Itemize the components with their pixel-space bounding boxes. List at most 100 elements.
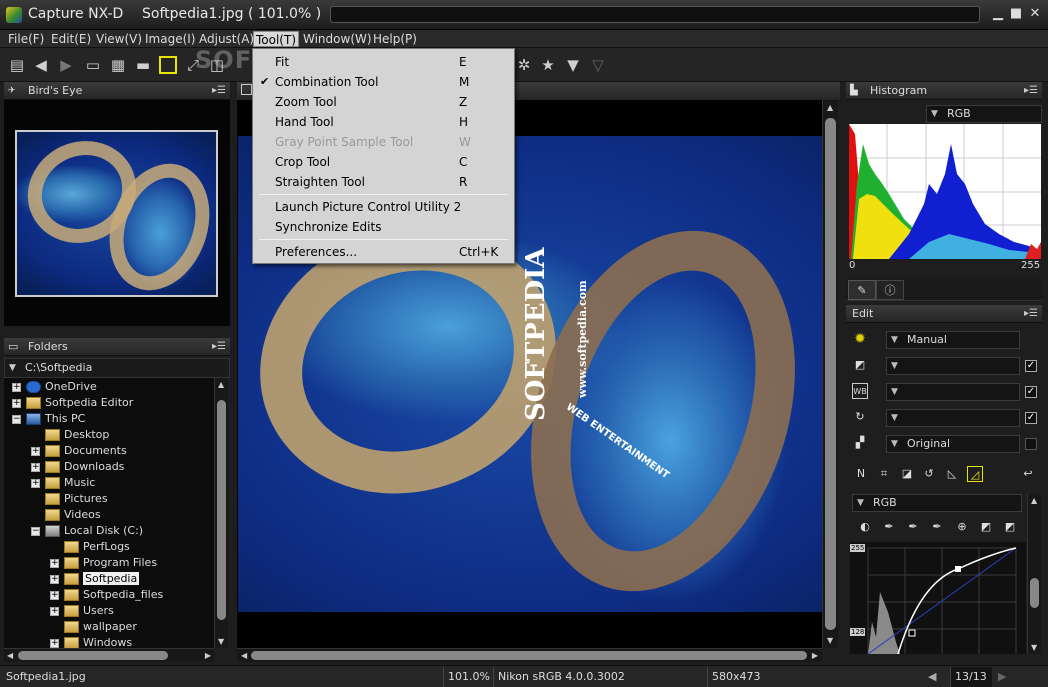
scroll-right-icon[interactable]: ▶ — [812, 651, 818, 660]
crop-icon[interactable]: ⌗ — [876, 466, 892, 482]
forward-arrow-icon[interactable]: ▶ — [57, 56, 75, 74]
menu-item-synchronize-edits[interactable]: Synchronize Edits — [253, 217, 514, 237]
tree-item[interactable]: Pictures — [31, 491, 108, 507]
maximize-icon[interactable]: ■ — [1008, 6, 1024, 22]
adjust-checkbox[interactable]: ✓ — [1025, 412, 1037, 424]
close-icon[interactable]: ✕ — [1027, 6, 1043, 22]
white-balance-select[interactable]: ▼ — [886, 383, 1020, 401]
scroll-down-icon[interactable]: ▼ — [218, 637, 224, 646]
exposure-select[interactable]: ▼ — [886, 357, 1020, 375]
histogram-channel-select[interactable]: ▼ RGB — [926, 105, 1042, 123]
menu-adjust[interactable]: Adjust(A) — [197, 31, 256, 47]
tree-item[interactable]: − Local Disk (C:) — [31, 523, 143, 539]
noise-reduction-icon[interactable]: N — [853, 466, 869, 482]
scroll-thumb[interactable] — [1030, 578, 1039, 608]
print-icon[interactable]: ▤ — [8, 56, 26, 74]
folder-path-select[interactable]: ▼ C:\Softpedia — [4, 358, 230, 378]
scroll-left-icon[interactable]: ◀ — [7, 651, 13, 660]
filmstrip-icon[interactable]: ▬ — [134, 56, 152, 74]
tree-item[interactable]: + Program Files — [50, 555, 157, 571]
previous-image-icon[interactable]: ◀ — [928, 667, 936, 687]
settings-icon[interactable]: ✲ — [515, 56, 533, 74]
menu-image[interactable]: Image(I) — [143, 31, 197, 47]
tree-item[interactable]: − This PC — [12, 411, 85, 427]
tree-item[interactable]: + Softpedia Editor — [12, 395, 133, 411]
panel-menu-icon[interactable]: ▸☰ — [212, 82, 226, 100]
adjust-select[interactable]: ▼ — [886, 409, 1020, 427]
menu-window[interactable]: Window(W) — [301, 31, 374, 47]
single-view-icon[interactable] — [159, 56, 177, 74]
panel-menu-icon[interactable]: ▸☰ — [1024, 305, 1038, 323]
tree-item[interactable]: + Softpedia — [50, 571, 140, 587]
scroll-right-icon[interactable]: ▶ — [205, 651, 211, 660]
scroll-down-icon[interactable]: ▼ — [1031, 643, 1037, 652]
tree-item[interactable]: + OneDrive — [12, 379, 97, 395]
panel-menu-icon[interactable]: ▸☰ — [212, 338, 226, 356]
tab-edit-icon[interactable]: ✎ — [848, 280, 876, 300]
tree-item[interactable]: + Music — [31, 475, 95, 491]
scroll-up-icon[interactable]: ▲ — [827, 103, 833, 112]
edit-vscroll[interactable]: ▲ ▼ — [1027, 494, 1041, 654]
undo-icon[interactable]: ↩ — [1020, 466, 1036, 482]
tree-item[interactable]: + Softpedia_files — [50, 587, 163, 603]
levels-icon[interactable]: ◪ — [899, 466, 915, 482]
scroll-up-icon[interactable]: ▲ — [1031, 496, 1037, 505]
next-image-icon[interactable]: ▶ — [998, 667, 1006, 687]
tree-item[interactable]: + Downloads — [31, 459, 124, 475]
scroll-thumb[interactable] — [18, 651, 168, 660]
tree-item[interactable]: Videos — [31, 507, 101, 523]
curve-editor[interactable]: 255 128 — [850, 542, 1026, 654]
menu-tool[interactable]: Tool(T) — [253, 31, 300, 47]
straighten-icon[interactable]: ◺ — [944, 466, 960, 482]
eyedropper-black-icon[interactable]: ✒ — [881, 519, 897, 535]
scroll-thumb[interactable] — [217, 400, 226, 620]
tree-item[interactable]: PerfLogs — [50, 539, 130, 555]
rotate-icon[interactable]: ↺ — [921, 466, 937, 482]
panel-menu-icon[interactable]: ▸☰ — [1024, 82, 1038, 100]
curves-icon[interactable]: ◿ — [967, 466, 983, 482]
tree-item[interactable]: + Documents — [31, 443, 127, 459]
tree-item[interactable]: + Users — [50, 603, 114, 619]
minimize-icon[interactable]: ▁ — [990, 6, 1006, 22]
scroll-left-icon[interactable]: ◀ — [241, 651, 247, 660]
exposure-checkbox[interactable]: ✓ — [1025, 360, 1037, 372]
open-folder-icon[interactable]: ▭ — [84, 56, 102, 74]
scroll-thumb[interactable] — [251, 651, 807, 660]
birds-eye-thumbnail[interactable] — [15, 130, 218, 297]
menu-item-hand-tool[interactable]: Hand Tool H — [253, 112, 514, 132]
menu-item-preferences[interactable]: Preferences... Ctrl+K — [253, 242, 514, 262]
tab-info-icon[interactable]: ⓘ — [876, 280, 904, 300]
folder-tree-vscroll[interactable]: ▲ ▼ — [214, 378, 228, 648]
thumbnail-grid-icon[interactable]: ▦ — [109, 56, 127, 74]
viewer-hscroll[interactable]: ◀ ▶ — [237, 648, 822, 662]
eyedropper-gray-icon[interactable]: ✒ — [905, 519, 921, 535]
tree-item[interactable]: + Windows — [50, 635, 132, 648]
color-space-checkbox[interactable] — [1025, 438, 1037, 450]
scroll-down-icon[interactable]: ▼ — [827, 636, 833, 645]
filter-off-icon[interactable]: ▽ — [589, 56, 607, 74]
tree-item[interactable]: wallpaper — [50, 619, 137, 635]
back-arrow-icon[interactable]: ◀ — [32, 56, 50, 74]
star-rating-icon[interactable]: ★ — [539, 56, 557, 74]
picture-control-select[interactable]: ▼ Manual — [886, 331, 1020, 349]
folder-tree-hscroll[interactable]: ◀ ▶ — [4, 648, 214, 662]
scroll-up-icon[interactable]: ▲ — [218, 380, 224, 389]
target-icon[interactable]: ⊕ — [954, 519, 970, 535]
menu-help[interactable]: Help(P) — [371, 31, 419, 47]
menu-item-fit[interactable]: Fit E — [253, 52, 514, 72]
viewer-vscroll[interactable]: ▲ ▼ — [822, 100, 838, 648]
viewer-mode-icon[interactable] — [241, 84, 252, 95]
eyedropper-white-icon[interactable]: ✒ — [929, 519, 945, 535]
menu-item-combination-tool[interactable]: ✔ Combination Tool M — [253, 72, 514, 92]
auto-contrast-icon[interactable]: ◩ — [978, 519, 994, 535]
menu-edit[interactable]: Edit(E) — [49, 31, 93, 47]
menu-item-crop-tool[interactable]: Crop Tool C — [253, 152, 514, 172]
menu-view[interactable]: View(V) — [94, 31, 144, 47]
curve-channel-select[interactable]: ▼ RGB — [852, 494, 1022, 512]
menu-file[interactable]: File(F) — [6, 31, 46, 47]
contrast-icon[interactable]: ◐ — [857, 519, 873, 535]
tree-item[interactable]: Desktop — [31, 427, 109, 443]
white-balance-checkbox[interactable]: ✓ — [1025, 386, 1037, 398]
menu-item-zoom-tool[interactable]: Zoom Tool Z — [253, 92, 514, 112]
scroll-thumb[interactable] — [825, 118, 836, 630]
